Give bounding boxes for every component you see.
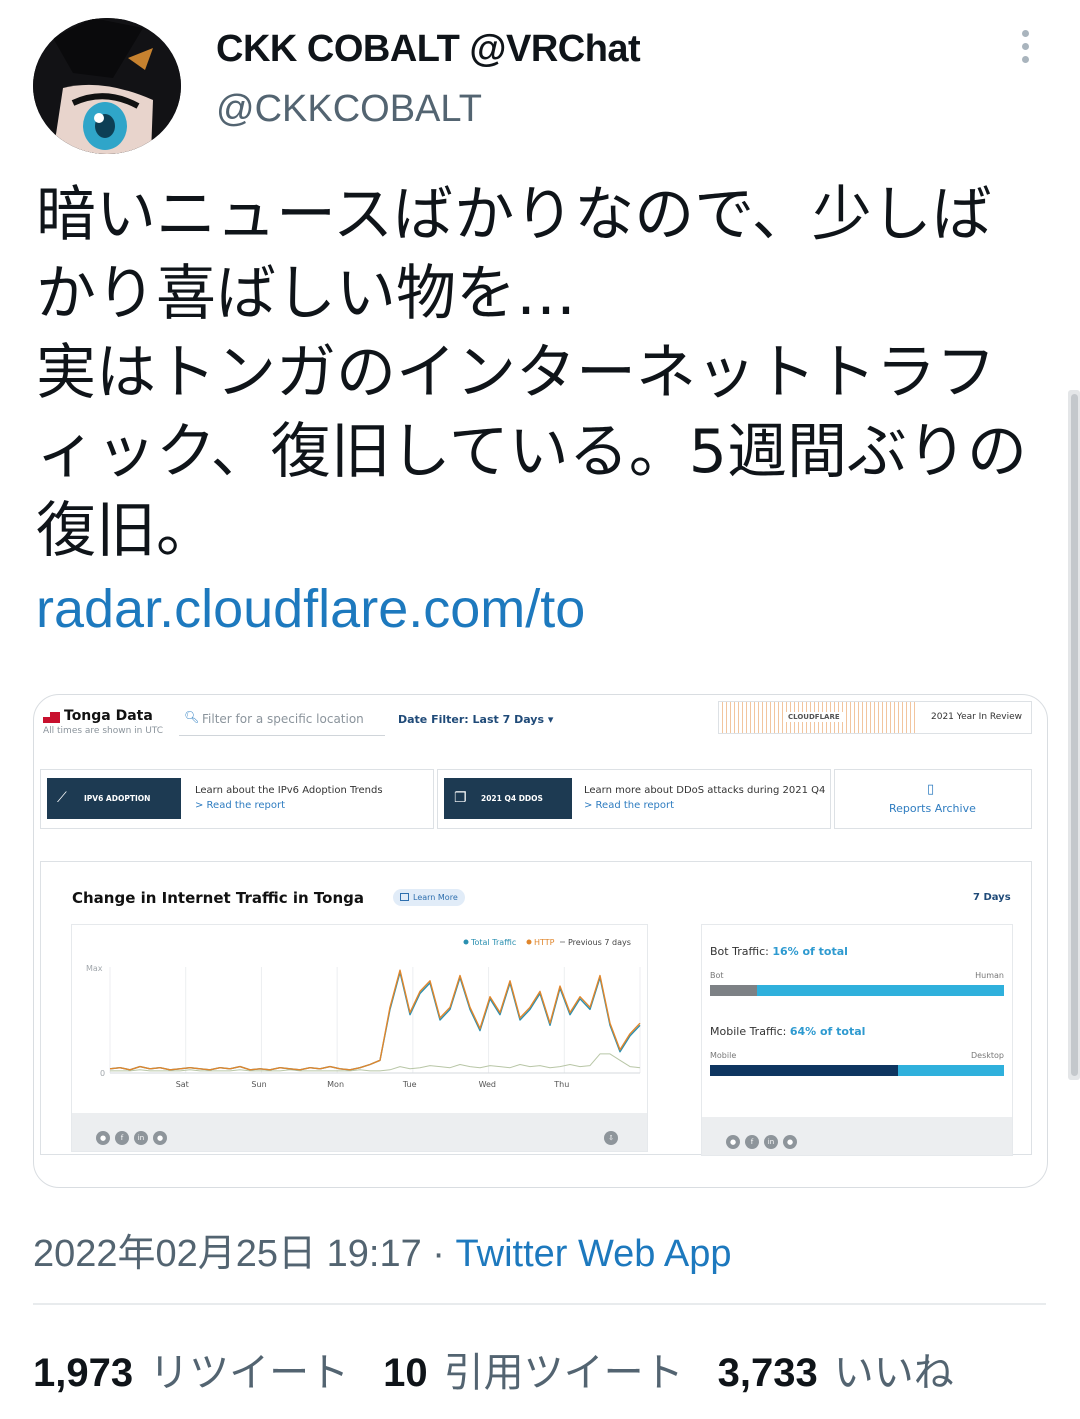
cloudflare-logo: CLOUDFLARE — [785, 712, 843, 722]
archive-icon: ▯ — [927, 782, 935, 797]
filter-underline — [179, 735, 385, 736]
ipv6-banner: ⟋ IPV6 ADOPTION TRENDS Learn about the IP… — [40, 769, 434, 844]
like-count[interactable]: 3,733 — [718, 1351, 818, 1395]
y-tick-zero: 0 — [100, 1069, 105, 1078]
tonga-data-title: Tonga Data — [64, 708, 153, 724]
legend-previous-7-days: Previous 7 days — [568, 938, 631, 947]
trend-icon: ⟋ — [57, 790, 67, 806]
mobile-label: Mobile — [710, 1051, 737, 1060]
y-tick-max: Max — [86, 964, 103, 973]
traffic-chart: Max 0 Sat Sun Mon Tue Wed Thu Total Traffic HTTP… — [71, 924, 648, 1152]
more-options-icon[interactable] — [1010, 30, 1040, 70]
download-icon: ⇩ — [604, 1131, 618, 1145]
share-icons-right: ● f in ● — [726, 1129, 802, 1149]
divider — [33, 1303, 1046, 1305]
location-filter: Filter for a specific location — [202, 712, 364, 726]
traffic-chart-title: Change in Internet Traffic in Tonga — [72, 889, 364, 907]
author-handle[interactable]: @CKKCOBALT — [216, 88, 482, 131]
x-tick-mon: Mon — [327, 1080, 344, 1089]
date-filter: Date Filter: Last 7 Days ▾ — [398, 713, 553, 726]
author-avatar[interactable] — [33, 18, 181, 154]
github-icon: ● — [726, 1135, 740, 1149]
year-in-review-banner: CLOUDFLARE 2021 Year In Review — [718, 701, 1032, 734]
ipv6-report-button: ⟋ IPV6 ADOPTION TRENDS — [47, 778, 181, 844]
year-in-review-label: 2021 Year In Review — [931, 712, 1023, 722]
legend-http-marker — [526, 939, 532, 945]
timestamp-separator: · — [432, 1233, 445, 1275]
tonga-flag-icon — [43, 712, 60, 723]
days-label: 7 Days — [973, 892, 1011, 903]
bot-traffic-label: Bot Traffic: — [710, 945, 769, 958]
traffic-breakdown: Bot Traffic: 16% of total Bot Human Mobi… — [701, 924, 1013, 1156]
desktop-label: Desktop — [971, 1051, 1004, 1060]
reddit-icon: ● — [783, 1135, 797, 1149]
human-label: Human — [975, 971, 1004, 980]
tweet-image[interactable]: Tonga Data All times are shown in UTC 🔍︎… — [33, 694, 1048, 1188]
tweet-source[interactable]: Twitter Web App — [456, 1233, 732, 1275]
retweet-label[interactable]: リツイート — [149, 1351, 349, 1395]
ipv6-banner-link: > Read the report — [195, 800, 285, 811]
series-http — [109, 969, 641, 1071]
retweet-count[interactable]: 1,973 — [33, 1351, 133, 1395]
traffic-chart-svg: Max 0 Sat Sun Mon Tue Wed Thu Total Traffic HTTP… — [86, 938, 641, 1089]
x-tick-tue: Tue — [402, 1080, 417, 1089]
caret-down-icon: ▾ — [547, 713, 554, 726]
download-icon-wrap: ⇩ — [604, 1125, 623, 1145]
bot-bar-fill — [710, 985, 758, 996]
bot-traffic-stat: Bot Traffic: 16% of total — [710, 945, 848, 958]
mobile-desktop-bar — [710, 1065, 1004, 1076]
author-name[interactable]: CKK COBALT @VRChat — [216, 28, 641, 71]
legend-total-traffic: Total Traffic — [470, 938, 516, 947]
tweet-link[interactable]: radar.cloudflare.com/to — [36, 578, 585, 640]
share-icons: ● f in ● — [96, 1125, 172, 1145]
timestamp-text[interactable]: 2022年02月25日 19:17 — [33, 1233, 422, 1275]
quote-count[interactable]: 10 — [383, 1351, 428, 1395]
ipv6-button-label: IPV6 ADOPTION TRENDS — [84, 794, 151, 844]
quote-label[interactable]: 引用ツイート — [444, 1351, 684, 1395]
learn-more-badge: Learn More — [393, 889, 465, 906]
legend-total-marker — [463, 939, 469, 945]
book-icon: ❐ — [454, 790, 467, 806]
mobile-traffic-stat: Mobile Traffic: 64% of total — [710, 1025, 865, 1038]
reports-archive-label: Reports Archive — [889, 802, 976, 815]
ipv6-banner-text: Learn about the IPv6 Adoption Trends — [195, 785, 383, 796]
tweet-text: 暗いニュースばかりなので、少しばかり喜ばしい物を… 実はトンガのインターネットト… — [36, 180, 1027, 566]
facebook-icon: f — [115, 1131, 129, 1145]
search-icon: 🔍︎ — [184, 710, 200, 724]
github-icon: ● — [96, 1131, 110, 1145]
mobile-traffic-value: 64% of total — [789, 1025, 866, 1038]
ddos-button-label: 2021 Q4 DDOS REPORT — [481, 794, 543, 844]
linkedin-icon: in — [764, 1135, 778, 1149]
mobile-bar-fill — [710, 1065, 899, 1076]
x-tick-thu: Thu — [553, 1080, 569, 1089]
tweet-timestamp: 2022年02月25日 19:17 · Twitter Web App — [33, 1222, 732, 1277]
ddos-banner-text: Learn more about DDoS attacks during 202… — [584, 785, 826, 796]
bot-label: Bot — [710, 971, 724, 980]
reports-archive: ▯ Reports Archive — [834, 769, 1032, 829]
chart-share-bar: ● f in ● ⇩ — [72, 1113, 647, 1151]
utc-note: All times are shown in UTC — [43, 726, 164, 736]
legend-http: HTTP — [534, 938, 555, 947]
ddos-banner-link: > Read the report — [584, 800, 674, 811]
facebook-icon: f — [745, 1135, 759, 1149]
ddos-report-button: ❐ 2021 Q4 DDOS REPORT — [444, 778, 572, 844]
date-filter-label: Date Filter: Last 7 Days — [398, 713, 545, 726]
linkedin-icon: in — [134, 1131, 148, 1145]
like-label[interactable]: いいね — [834, 1351, 954, 1395]
traffic-panel: Change in Internet Traffic in Tonga Lear… — [40, 861, 1032, 1156]
x-tick-sat: Sat — [176, 1080, 189, 1089]
mobile-traffic-label: Mobile Traffic: — [710, 1025, 787, 1038]
bot-traffic-value: 16% of total — [772, 945, 848, 958]
ddos-banner: ❐ 2021 Q4 DDOS REPORT Learn more about DD… — [437, 769, 831, 844]
scrollbar-thumb[interactable] — [1071, 394, 1078, 1076]
breakdown-share-bar: ● f in ● — [702, 1117, 1012, 1155]
bot-human-bar — [710, 985, 1004, 996]
reddit-icon: ● — [153, 1131, 167, 1145]
x-tick-wed: Wed — [479, 1080, 496, 1089]
x-tick-sun: Sun — [251, 1080, 266, 1089]
tweet-stats: 1,973 リツイート 10 引用ツイート 3,733 いいね — [33, 1340, 988, 1398]
